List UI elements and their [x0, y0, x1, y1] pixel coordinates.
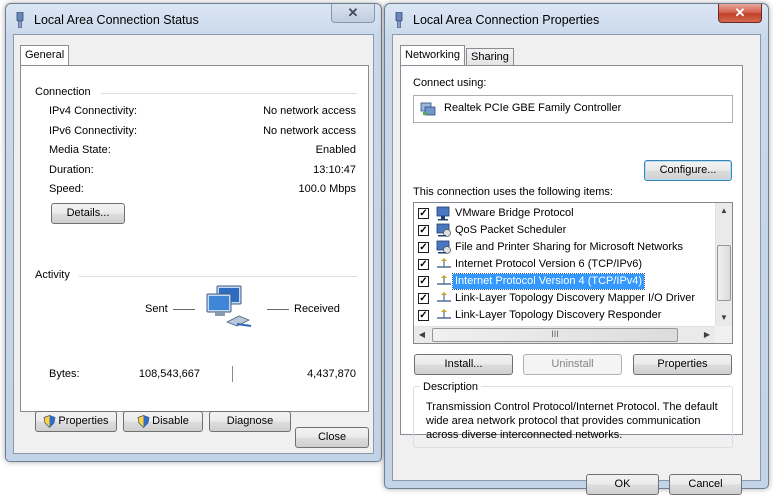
uninstall-button[interactable]: Uninstall [523, 354, 622, 375]
connect-using-label: Connect using: [413, 77, 487, 89]
received-label: Received [294, 303, 340, 315]
properties-client: Networking Sharing Connect using: Realte… [392, 34, 761, 495]
item-label: Link-Layer Topology Discovery Responder [455, 309, 662, 321]
items-horizontal-scrollbar[interactable]: ◀ III ▶ [414, 326, 715, 343]
ipv4-connectivity-value: No network access [263, 105, 356, 117]
list-item[interactable]: ✓ QoS Packet Scheduler [416, 222, 712, 239]
speed-label: Speed: [49, 183, 84, 195]
diagnose-button[interactable]: Diagnose [209, 411, 291, 432]
properties-window: Local Area Connection Properties ✕ Netwo… [384, 3, 769, 495]
item-checkbox[interactable]: ✓ [418, 259, 429, 270]
description-group: Description Transmission Control Protoco… [413, 381, 733, 448]
ipv6-connectivity-label: IPv6 Connectivity: [49, 125, 138, 137]
scroll-up-icon[interactable]: ▲ [716, 203, 732, 219]
tab-networking[interactable]: Networking [400, 45, 466, 66]
status-properties-button[interactable]: Properties [35, 411, 117, 432]
item-checkbox[interactable]: ✓ [418, 242, 429, 253]
item-checkbox[interactable]: ✓ [418, 276, 429, 287]
item-label: Internet Protocol Version 4 (TCP/IPv4) [451, 273, 646, 290]
uac-shield-icon [137, 414, 150, 428]
bytes-sent-value: 108,543,667 [138, 368, 200, 380]
description-text: Transmission Control Protocol/Internet P… [426, 401, 718, 441]
properties-window-title: Local Area Connection Properties [413, 13, 600, 27]
adapter-box: Realtek PCIe GBE Family Controller [413, 95, 733, 123]
close-button[interactable]: Close [295, 427, 369, 448]
scroll-down-icon[interactable]: ▼ [716, 310, 732, 326]
activity-heading: Activity [35, 269, 70, 281]
items-label: This connection uses the following items… [413, 186, 613, 198]
media-state-value: Enabled [315, 144, 356, 156]
list-item[interactable]: ✓ Link-Layer Topology Discovery Responde… [416, 307, 712, 324]
item-properties-button[interactable]: Properties [633, 354, 732, 375]
status-client: General Connection IPv4 Connectivity: No… [13, 34, 374, 454]
tab-general[interactable]: General [20, 45, 70, 66]
network-connection-icon [395, 12, 403, 28]
disable-button[interactable]: Disable [123, 411, 203, 432]
network-adapter-icon [420, 102, 436, 116]
scroll-left-icon[interactable]: ◀ [414, 327, 430, 343]
sent-label: Sent [145, 303, 168, 315]
properties-close-icon[interactable]: ✕ [718, 4, 762, 23]
duration-value: 13:10:47 [313, 164, 356, 176]
network-connection-icon [16, 12, 24, 28]
activity-divider [79, 276, 357, 277]
item-checkbox[interactable]: ✓ [418, 310, 429, 321]
items-list[interactable]: ✓ VMware Bridge Protocol ✓ QoS Packet Sc… [413, 202, 733, 344]
item-checkbox[interactable]: ✓ [418, 293, 429, 304]
sent-line [173, 309, 195, 310]
description-heading: Description [420, 381, 482, 393]
item-label: VMware Bridge Protocol [455, 207, 574, 219]
network-computers-icon [206, 285, 252, 327]
received-line [267, 309, 289, 310]
service-icon [436, 240, 451, 254]
scroll-corner [715, 326, 732, 343]
details-button[interactable]: Details... [51, 203, 125, 224]
connection-divider [101, 93, 357, 94]
protocol-icon [437, 275, 451, 285]
client-icon [436, 206, 450, 221]
bytes-received-value: 4,437,870 [307, 368, 356, 380]
service-icon [436, 223, 451, 237]
list-item[interactable]: ✓ Link-Layer Topology Discovery Mapper I… [416, 290, 712, 307]
status-titlebar[interactable]: Local Area Connection Status ✕ [6, 4, 381, 34]
duration-label: Duration: [49, 164, 94, 176]
item-label: Link-Layer Topology Discovery Mapper I/O… [455, 292, 696, 304]
item-checkbox[interactable]: ✓ [418, 208, 429, 219]
item-label: QoS Packet Scheduler [455, 224, 567, 236]
bytes-label: Bytes: [49, 368, 80, 380]
configure-button[interactable]: Configure... [644, 160, 732, 181]
item-checkbox[interactable]: ✓ [418, 225, 429, 236]
status-close-icon[interactable]: ✕ [331, 4, 375, 23]
ipv4-connectivity-label: IPv4 Connectivity: [49, 105, 138, 117]
properties-titlebar[interactable]: Local Area Connection Properties ✕ [385, 4, 768, 34]
protocol-icon [437, 309, 451, 319]
item-label: Internet Protocol Version 6 (TCP/IPv6) [455, 258, 643, 270]
connection-heading: Connection [35, 86, 91, 98]
speed-value: 100.0 Mbps [298, 183, 356, 195]
adapter-name: Realtek PCIe GBE Family Controller [444, 102, 622, 114]
status-properties-label: Properties [58, 415, 109, 427]
horizontal-scroll-thumb[interactable]: III [432, 328, 678, 342]
item-label: File and Printer Sharing for Microsoft N… [455, 241, 684, 253]
vertical-scroll-thumb[interactable] [717, 245, 731, 301]
networking-panel: Connect using: Realtek PCIe GBE Family C… [400, 65, 743, 448]
items-vertical-scrollbar[interactable]: ▲ ▼ [715, 203, 732, 326]
protocol-icon [437, 258, 451, 268]
scroll-right-icon[interactable]: ▶ [699, 327, 715, 343]
disable-label: Disable [152, 415, 189, 427]
list-item-selected[interactable]: ✓ Internet Protocol Version 4 (TCP/IPv4) [416, 273, 712, 290]
uac-shield-icon [44, 414, 56, 428]
list-item[interactable]: ✓ File and Printer Sharing for Microsoft… [416, 239, 712, 256]
protocol-icon [437, 292, 451, 302]
general-panel: Connection IPv4 Connectivity: No network… [20, 65, 369, 432]
list-item[interactable]: ✓ Internet Protocol Version 6 (TCP/IPv6) [416, 256, 712, 273]
status-window: Local Area Connection Status ✕ General C… [5, 3, 382, 462]
status-window-title: Local Area Connection Status [34, 13, 199, 27]
install-button[interactable]: Install... [414, 354, 513, 375]
tab-sharing[interactable]: Sharing [466, 48, 514, 66]
list-item[interactable]: ✓ VMware Bridge Protocol [416, 205, 712, 222]
bytes-divider [232, 366, 233, 382]
ipv6-connectivity-value: No network access [263, 125, 356, 137]
media-state-label: Media State: [49, 144, 111, 156]
